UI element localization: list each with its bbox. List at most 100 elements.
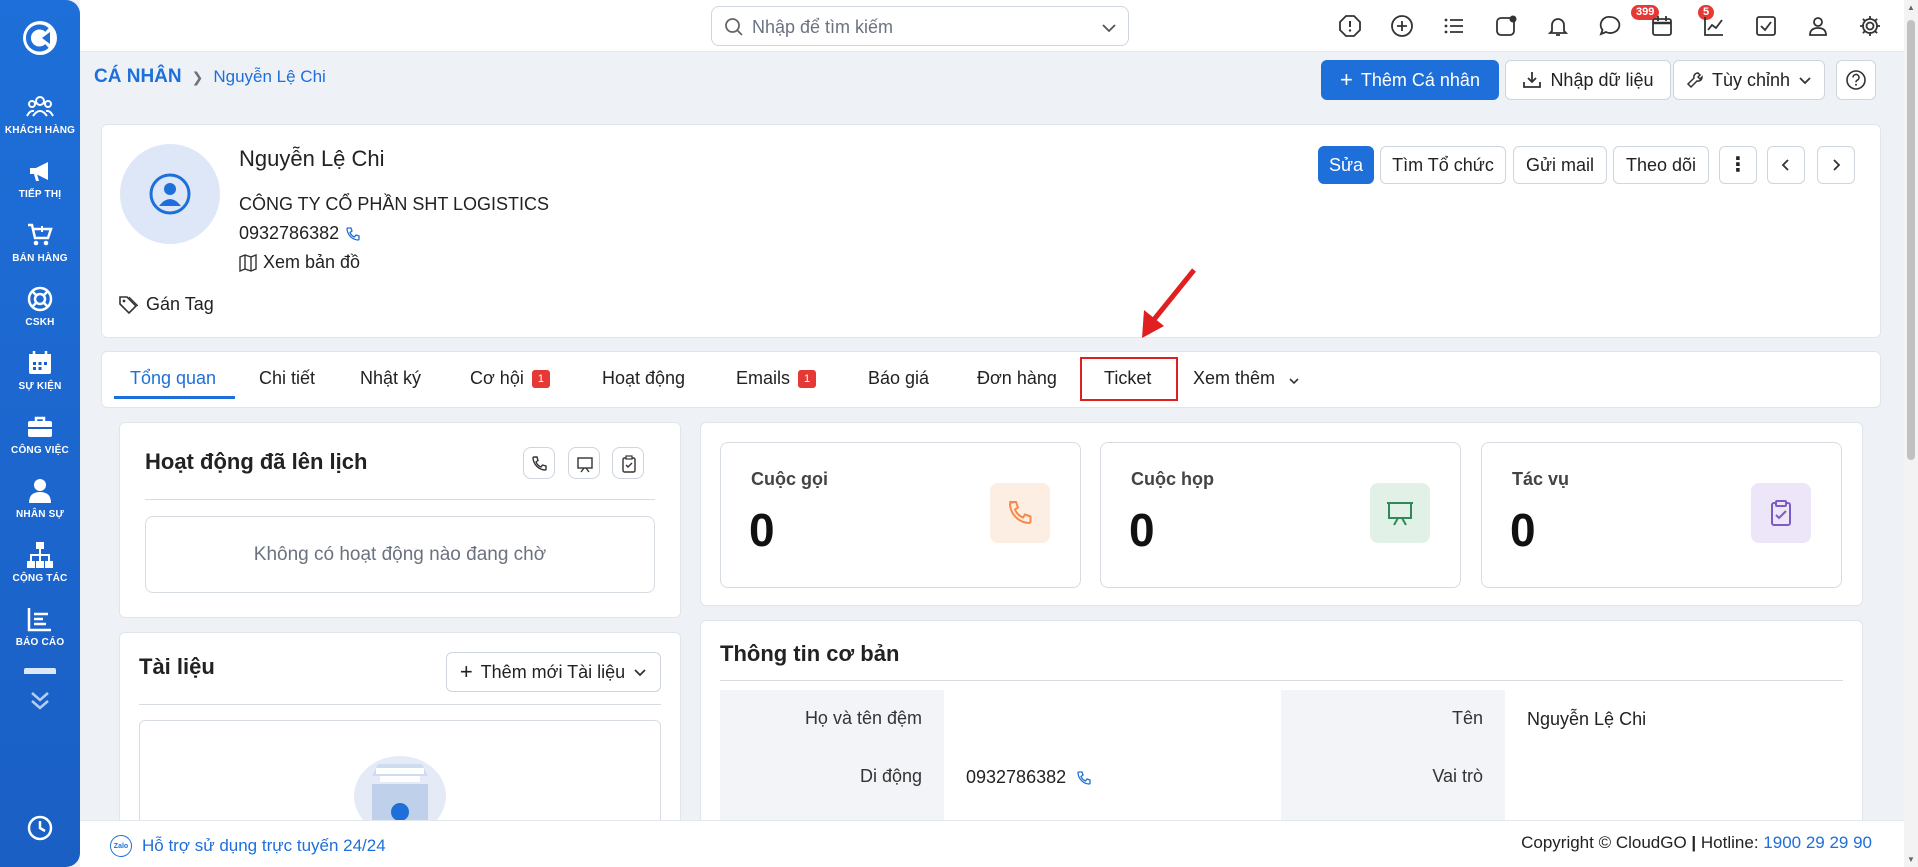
add-document-button[interactable]: + Thêm mới Tài liệu (446, 652, 661, 692)
online-support-label: Hỗ trợ sử dụng trực tuyến 24/24 (142, 836, 386, 855)
send-mail-button[interactable]: Gửi mail (1513, 146, 1607, 184)
scroll-up-icon[interactable]: ▲ (1907, 3, 1915, 12)
breadcrumb-current[interactable]: Nguyễn Lệ Chi (213, 67, 325, 87)
chevrons-down-icon[interactable] (28, 690, 52, 712)
page-scrollbar[interactable]: ▲ ▼ (1904, 0, 1918, 867)
tab-log[interactable]: Nhật ký (360, 368, 421, 389)
chevron-down-icon (1799, 77, 1811, 85)
add-circle-icon[interactable] (1390, 14, 1414, 38)
tab-quotes[interactable]: Báo giá (868, 368, 929, 389)
app-notification-icon[interactable] (1494, 14, 1518, 38)
phone-icon[interactable] (1076, 770, 1092, 786)
chevron-down-icon[interactable] (1100, 19, 1118, 37)
mobile-field[interactable]: 0932786382 (966, 767, 1092, 788)
sidebar-item-label: SỰ KIỆN (18, 381, 62, 392)
tab-label: Hoạt động (602, 368, 686, 388)
sidebar-item-hr[interactable]: NHÂN SỰ (0, 476, 80, 520)
tab-label: Chi tiết (259, 368, 316, 388)
sidebar-item-cskh[interactable]: CSKH (0, 284, 80, 328)
search-box[interactable] (711, 6, 1129, 46)
list-icon[interactable] (1442, 14, 1466, 38)
sidebar-item-label: BÁN HÀNG (12, 253, 68, 264)
checkbox-icon[interactable] (1754, 14, 1778, 38)
breadcrumb-root[interactable]: CÁ NHÂN (94, 66, 182, 88)
download-tray-icon (1523, 72, 1542, 88)
tab-orders[interactable]: Đơn hàng (977, 368, 1057, 389)
tab-activities[interactable]: Hoạt động (602, 368, 685, 389)
sidebar-item-label: BÁO CÁO (15, 637, 65, 648)
chevron-right-icon: ❯ (191, 68, 204, 85)
follow-button[interactable]: Theo dõi (1613, 146, 1709, 184)
calendar-icon (29, 351, 51, 374)
tab-emails[interactable]: Emails 1 (736, 368, 817, 389)
avatar (120, 144, 220, 244)
clock-icon[interactable] (26, 814, 54, 842)
sidebar-item-reports[interactable]: BÁO CÁO (0, 604, 80, 648)
search-icon (725, 18, 743, 36)
search-input[interactable] (752, 15, 1082, 39)
schedule-task-button[interactable] (612, 447, 644, 479)
add-person-button[interactable]: + Thêm Cá nhân (1321, 60, 1499, 100)
chat-icon[interactable] (1598, 14, 1622, 38)
megaphone-icon (30, 162, 48, 181)
empty-folder-illustration-icon (354, 756, 446, 820)
calls-label: Cuộc gọi (751, 469, 828, 489)
chart-line-icon[interactable] (1702, 14, 1726, 38)
sidebar-item-sales[interactable]: BÁN HÀNG (0, 220, 80, 264)
board-icon (577, 457, 593, 473)
cart-icon (28, 223, 53, 246)
tab-details[interactable]: Chi tiết (259, 368, 315, 389)
cloudgo-logo[interactable] (20, 18, 60, 58)
tab-label: Emails (736, 368, 791, 388)
alert-icon[interactable] (1338, 14, 1362, 38)
bell-icon[interactable] (1546, 14, 1570, 38)
meetings-stat-card[interactable]: Cuộc họp 0 (1100, 442, 1461, 588)
first-name-value[interactable]: Nguyễn Lệ Chi (1527, 709, 1646, 730)
hotline-number[interactable]: 1900 29 29 90 (1763, 833, 1872, 852)
tab-more[interactable]: Xem thêm (1193, 368, 1301, 389)
online-support-link[interactable]: Zalo Hỗ trợ sử dụng trực tuyến 24/24 (110, 835, 386, 857)
org-chart-icon (27, 542, 53, 568)
tab-overview[interactable]: Tổng quan (130, 368, 216, 389)
gear-icon[interactable] (1858, 14, 1882, 38)
user-icon[interactable] (1806, 14, 1830, 38)
edit-button[interactable]: Sửa (1318, 146, 1374, 184)
tab-count-badge: 1 (798, 369, 817, 388)
assign-tag-label: Gán Tag (146, 294, 214, 314)
schedule-call-button[interactable] (523, 447, 555, 479)
mobile-label: Di động (859, 766, 922, 786)
top-bar: 399 5 (80, 0, 1904, 52)
copyright-text: Copyright © CloudGO (1521, 833, 1687, 852)
customize-button[interactable]: Tùy chỉnh (1673, 60, 1825, 100)
next-record-button[interactable] (1817, 146, 1855, 184)
chevron-down-icon (634, 669, 646, 677)
schedule-meeting-button[interactable] (568, 447, 600, 479)
tab-label: Cơ hội (470, 368, 524, 388)
meetings-label: Cuộc họp (1131, 469, 1214, 489)
plus-icon: + (1340, 67, 1353, 92)
tab-opportunities[interactable]: Cơ hội 1 (470, 368, 550, 389)
sidebar-item-customers[interactable]: KHÁCH HÀNG (0, 92, 80, 136)
help-button[interactable] (1836, 60, 1876, 100)
tasks-stat-card[interactable]: Tác vụ 0 (1481, 442, 1842, 588)
sidebar-item-collab[interactable]: CỘNG TÁC (0, 540, 80, 584)
profile-phone: 0932786382 (239, 223, 361, 244)
scroll-down-icon[interactable]: ▼ (1907, 855, 1915, 864)
find-organization-button[interactable]: Tìm Tổ chức (1380, 146, 1506, 184)
import-data-button[interactable]: Nhập dữ liệu (1505, 60, 1671, 100)
scheduled-activities-title: Hoạt động đã lên lịch (145, 449, 368, 474)
view-map-link[interactable]: Xem bản đồ (239, 252, 360, 273)
tab-count-badge: 1 (531, 369, 550, 388)
previous-record-button[interactable] (1767, 146, 1805, 184)
more-actions-button[interactable]: ⋮ (1719, 146, 1757, 184)
calendar-icon[interactable] (1650, 14, 1674, 38)
sidebar-item-tasks[interactable]: CÔNG VIỆC (0, 412, 80, 456)
phone-number: 0932786382 (239, 223, 340, 243)
scrollbar-thumb[interactable] (1907, 20, 1915, 460)
calls-stat-card[interactable]: Cuộc gọi 0 (720, 442, 1081, 588)
phone-icon[interactable] (345, 226, 361, 242)
sidebar-item-marketing[interactable]: TIẾP THỊ (0, 156, 80, 200)
sidebar-item-events[interactable]: SỰ KIỆN (0, 348, 80, 392)
assign-tag-link[interactable]: Gán Tag (118, 294, 214, 315)
phone-icon (1008, 501, 1032, 525)
